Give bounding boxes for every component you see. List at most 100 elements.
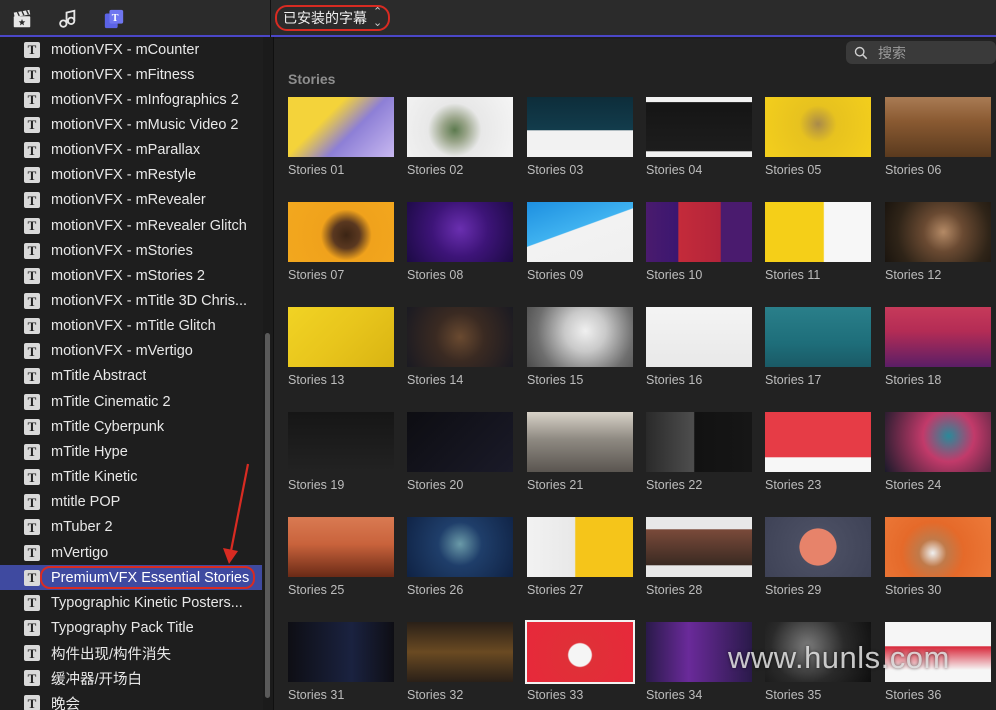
sidebar-item[interactable]: TmotionVFX - mFitness	[0, 62, 262, 87]
sidebar-item[interactable]: TmotionVFX - mStories	[0, 238, 262, 263]
sidebar-item[interactable]: Tmtitle POP	[0, 490, 262, 515]
sidebar-item[interactable]: TmotionVFX - mTitle 3D Chris...	[0, 289, 262, 314]
title-t-icon: T	[24, 619, 40, 636]
template-thumbnail[interactable]	[407, 97, 513, 157]
sidebar-item[interactable]: TmTuber 2	[0, 515, 262, 540]
sidebar-item-label: motionVFX - mCounter	[51, 41, 200, 58]
template-label: Stories 26	[407, 583, 464, 597]
sidebar-item[interactable]: TmotionVFX - mRevealer	[0, 188, 262, 213]
template-thumbnail[interactable]	[407, 307, 513, 367]
template-thumbnail[interactable]	[885, 307, 991, 367]
sidebar-item[interactable]: T 晚会	[0, 691, 262, 710]
search-input[interactable]	[876, 43, 990, 62]
template-thumbnail[interactable]	[527, 412, 633, 472]
sidebar-item[interactable]: T 构件出现/构件消失	[0, 641, 262, 666]
template-label: Stories 24	[885, 478, 942, 492]
music-icon[interactable]	[55, 7, 79, 31]
highlight-ring	[40, 566, 255, 590]
template-thumbnail[interactable]	[765, 202, 871, 262]
sidebar-item[interactable]: TmotionVFX - mVertigo	[0, 339, 262, 364]
template-thumbnail[interactable]	[646, 97, 752, 157]
sidebar-item[interactable]: TmotionVFX - mCounter	[0, 37, 262, 62]
sidebar-item-label: motionVFX - mStories	[51, 242, 193, 259]
template-thumbnail[interactable]	[407, 202, 513, 262]
template-thumbnail[interactable]	[885, 97, 991, 157]
template-label: Stories 20	[407, 478, 464, 492]
sidebar-item-label: mTitle Abstract	[51, 368, 147, 385]
sidebar-scrollbar[interactable]	[263, 37, 273, 710]
title-t-icon: T	[24, 192, 40, 209]
watermark: www.hunls.com	[728, 640, 950, 675]
sidebar-item-label: mTuber 2	[51, 519, 113, 536]
clapper-icon[interactable]	[10, 7, 34, 31]
sidebar-item[interactable]: TmTitle Hype	[0, 439, 262, 464]
template-thumbnail[interactable]	[288, 412, 394, 472]
template-thumbnail[interactable]	[407, 517, 513, 577]
sidebar-item[interactable]: TmTitle Cyberpunk	[0, 414, 262, 439]
sidebar-item[interactable]: TmVertigo	[0, 540, 262, 565]
template-thumbnail[interactable]	[527, 202, 633, 262]
sidebar-scrollbar-thumb[interactable]	[265, 333, 270, 698]
title-t-icon: T	[24, 142, 40, 159]
template-thumbnail[interactable]	[646, 517, 752, 577]
title-t-icon: T	[24, 41, 40, 58]
title-t-icon: T	[24, 670, 40, 687]
template-thumbnail[interactable]	[527, 517, 633, 577]
template-label: Stories 12	[885, 268, 942, 282]
title-t-icon: T	[24, 293, 40, 309]
template-label: Stories 32	[407, 688, 464, 702]
template-label: Stories 08	[407, 268, 464, 282]
title-t-icon: T	[24, 443, 40, 460]
installed-titles-popup[interactable]: 已安装的字幕 ⌃ ⌄	[275, 5, 391, 31]
template-thumbnail[interactable]	[288, 517, 394, 577]
template-thumbnail[interactable]	[765, 412, 871, 472]
sidebar-item[interactable]: TmotionVFX - mMusic Video 2	[0, 112, 262, 137]
template-thumbnail[interactable]	[646, 307, 752, 367]
template-thumbnail[interactable]	[407, 622, 513, 682]
template-thumbnail[interactable]	[288, 97, 394, 157]
template-label: Stories 05	[765, 163, 822, 177]
template-label: Stories 17	[765, 373, 822, 387]
title-category-sidebar: TmotionVFX - mCounter TmotionVFX - mFitne…	[0, 37, 262, 710]
template-thumbnail[interactable]	[885, 517, 991, 577]
sidebar-item[interactable]: TmotionVFX - mTitle Glitch	[0, 314, 262, 339]
sidebar-item[interactable]: T Typographic Kinetic Posters...	[0, 590, 262, 615]
title-t-icon: T	[24, 645, 40, 662]
search-field[interactable]	[846, 41, 996, 64]
sidebar-item[interactable]: T 缓冲器/开场白	[0, 666, 262, 691]
sidebar-item[interactable]: TmotionVFX - mParallax	[0, 138, 262, 163]
sidebar-item-label: motionVFX - mRevealer Glitch	[51, 217, 247, 234]
template-thumbnail[interactable]	[288, 307, 394, 367]
sidebar-item-label: motionVFX - mStories 2	[51, 267, 205, 284]
template-thumbnail[interactable]	[646, 412, 752, 472]
sidebar-item-label: motionVFX - mFitness	[51, 66, 195, 83]
sidebar-item[interactable]: TmTitle Cinematic 2	[0, 389, 262, 414]
title-t-icon: T	[24, 418, 40, 435]
template-thumbnail[interactable]	[407, 412, 513, 472]
template-thumbnail[interactable]	[765, 517, 871, 577]
template-thumbnail[interactable]	[525, 620, 635, 684]
sidebar-item-label: Typography Pack Title	[51, 619, 194, 636]
template-thumbnail[interactable]	[288, 622, 394, 682]
sidebar-item[interactable]: TmotionVFX - mInfographics 2	[0, 87, 262, 112]
sidebar-item[interactable]: TmotionVFX - mRestyle	[0, 163, 262, 188]
template-thumbnail[interactable]	[885, 412, 991, 472]
titles-icon[interactable]: T	[102, 7, 126, 31]
sidebar-item[interactable]: TmotionVFX - mRevealer Glitch	[0, 213, 262, 238]
sidebar-item[interactable]: TmotionVFX - mStories 2	[0, 263, 262, 288]
template-thumbnail[interactable]	[765, 307, 871, 367]
template-label: Stories 04	[646, 163, 703, 177]
sidebar-item[interactable]: TmTitle Abstract	[0, 364, 262, 389]
template-thumbnail[interactable]	[288, 202, 394, 262]
template-thumbnail[interactable]	[885, 202, 991, 262]
sidebar-item[interactable]: TmTitle Kinetic	[0, 465, 262, 490]
template-thumbnail[interactable]	[527, 307, 633, 367]
template-thumbnail[interactable]	[527, 97, 633, 157]
template-thumbnail[interactable]	[765, 97, 871, 157]
sidebar-item-label: motionVFX - mParallax	[51, 142, 201, 159]
title-t-icon: T	[24, 167, 40, 184]
chevron-updown-icon: ⌃ ⌄	[373, 6, 383, 29]
sidebar-item[interactable]: T Typography Pack Title	[0, 615, 262, 640]
sidebar-item[interactable]: T PremiumVFX Essential Stories	[0, 565, 262, 591]
template-thumbnail[interactable]	[646, 202, 752, 262]
